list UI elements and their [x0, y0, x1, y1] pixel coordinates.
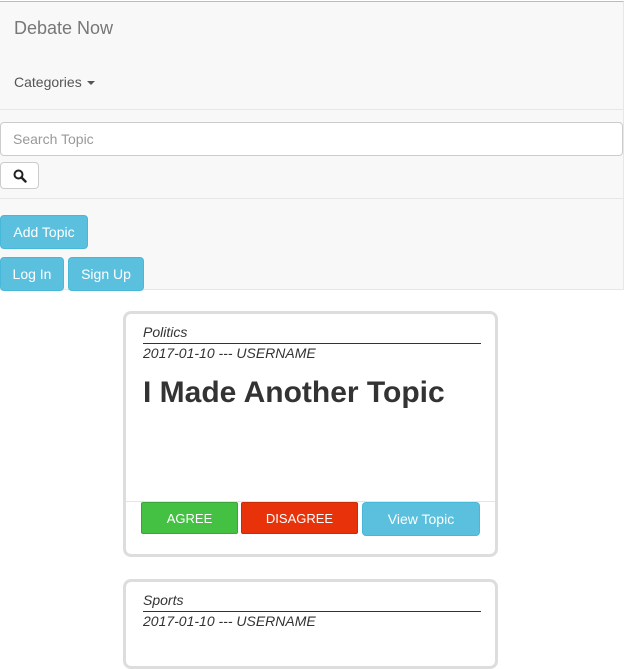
- topic-card: Politics 2017-01-10 --- USERNAME I Made …: [123, 311, 498, 557]
- navbar-divider: [0, 198, 624, 199]
- view-topic-button[interactable]: View Topic: [362, 502, 480, 536]
- disagree-button[interactable]: DISAGREE: [241, 502, 358, 534]
- add-topic-button[interactable]: Add Topic: [0, 215, 88, 249]
- topic-meta: 2017-01-10 --- USERNAME: [143, 345, 316, 361]
- navbar: Debate Now Categories Add Topic Log In S…: [0, 1, 624, 291]
- category-divider: [143, 343, 481, 344]
- category-divider: [143, 611, 481, 612]
- brand-link[interactable]: Debate Now: [14, 18, 113, 39]
- topic-title: I Made Another Topic: [143, 376, 445, 409]
- agree-button[interactable]: AGREE: [141, 502, 238, 534]
- login-button[interactable]: Log In: [0, 257, 64, 291]
- search-input[interactable]: [0, 122, 623, 156]
- navbar-divider: [0, 109, 624, 110]
- topic-category: Sports: [143, 592, 184, 608]
- topic-category: Politics: [143, 324, 188, 340]
- search-icon: [13, 169, 27, 183]
- signup-button[interactable]: Sign Up: [68, 257, 144, 291]
- caret-down-icon: [86, 81, 95, 86]
- search-button[interactable]: [0, 162, 39, 189]
- topic-meta: 2017-01-10 --- USERNAME: [143, 613, 316, 629]
- topic-card: Sports 2017-01-10 --- USERNAME: [123, 579, 498, 669]
- categories-dropdown[interactable]: Categories: [14, 74, 95, 90]
- categories-label: Categories: [14, 74, 82, 90]
